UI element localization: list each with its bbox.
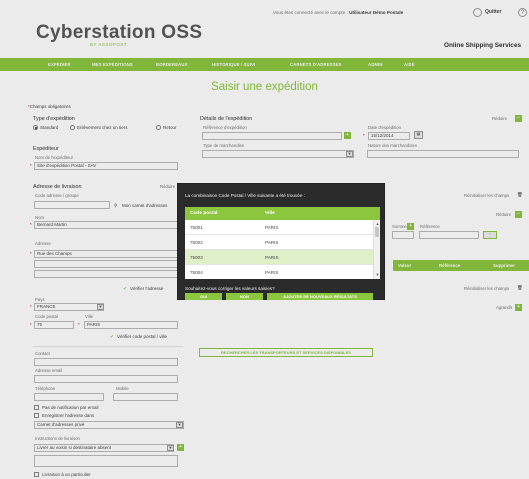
row-city: PARIS xyxy=(265,255,279,260)
no-button[interactable]: NON xyxy=(226,293,263,300)
table-row[interactable]: 75004 PARIS xyxy=(185,265,373,279)
grid-header: Code postal Ville xyxy=(185,207,380,220)
table-row[interactable]: 75003 PARIS xyxy=(185,250,373,265)
row-postal-code: 75001 xyxy=(190,225,203,230)
modal-question: Souhaitez-vous corriger les valeurs sais… xyxy=(185,286,275,291)
col-city: Ville xyxy=(265,211,275,216)
row-city: PARIS xyxy=(265,225,279,230)
table-row[interactable]: 75002 PARIS xyxy=(185,235,373,250)
postal-city-modal: La combinaison Code Postal / Ville suiva… xyxy=(177,183,385,300)
table-row[interactable]: 75001 PARIS xyxy=(185,220,373,235)
scrollbar[interactable]: ▲ ▼ xyxy=(373,220,380,279)
row-postal-code: 75003 xyxy=(190,255,203,260)
scroll-down-icon[interactable]: ▼ xyxy=(375,272,380,277)
row-city: PARIS xyxy=(265,270,279,275)
col-postal-code: Code postal xyxy=(190,211,218,216)
scroll-thumb[interactable] xyxy=(375,227,379,237)
row-city: PARIS xyxy=(265,240,279,245)
row-postal-code: 75002 xyxy=(190,240,203,245)
add-results-button[interactable]: AJOUTER DE NOUVEAUX RÉSULTATS xyxy=(267,293,373,300)
yes-button[interactable]: OUI xyxy=(185,293,222,300)
modal-message: La combinaison Code Postal / Ville suiva… xyxy=(185,193,305,198)
row-postal-code: 75004 xyxy=(190,270,203,275)
results-grid: Code postal Ville 75001 PARIS 75002 PARIS 75… xyxy=(185,207,380,279)
scroll-up-icon[interactable]: ▲ xyxy=(375,221,380,226)
